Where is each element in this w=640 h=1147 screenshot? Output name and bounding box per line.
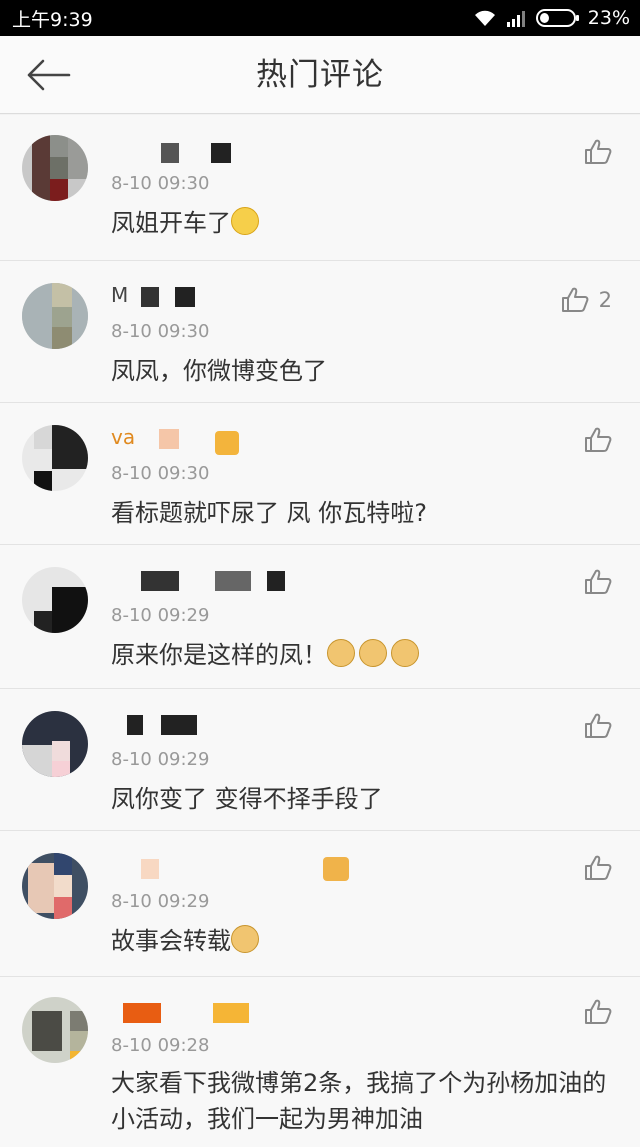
header: 热门评论 (0, 36, 640, 114)
comment-text: 原来你是这样的凤！ (111, 637, 610, 673)
doge-emoji-icon (231, 925, 259, 953)
username-redacted[interactable] (111, 715, 271, 737)
doge-emoji-icon (391, 639, 419, 667)
page-title: 热门评论 (256, 57, 384, 93)
comment-item[interactable]: 8-10 09:29 原来你是这样的凤！ (0, 545, 640, 689)
thumbs-up-icon (561, 287, 589, 312)
username-redacted[interactable] (111, 287, 271, 309)
comment-time: 8-10 09:30 (111, 173, 210, 194)
comment-text: 看标题就吓尿了 凤 你瓦特啦? (111, 499, 427, 527)
status-time: 上午9:39 (12, 8, 93, 31)
like-button[interactable] (584, 139, 612, 165)
like-button[interactable] (584, 569, 612, 595)
thumbs-up-icon (585, 855, 612, 880)
comment-time: 8-10 09:28 (111, 1035, 210, 1056)
username-redacted[interactable] (111, 141, 271, 163)
like-button[interactable] (584, 713, 612, 739)
comment-item[interactable]: 8-10 09:28 大家看下我微博第2条，我搞了个为孙杨加油的小活动，我们一起… (0, 977, 640, 1147)
comment-list[interactable]: 8-10 09:30 凤姐开车了 M 8-10 09:30 凤凤，你微博变色了 … (0, 115, 640, 1147)
comment-text-content: 凤姐开车了 (111, 209, 231, 237)
like-button[interactable] (584, 999, 612, 1025)
avatar[interactable] (22, 425, 88, 491)
comment-time: 8-10 09:29 (111, 605, 210, 626)
avatar[interactable] (22, 567, 88, 633)
comment-text-content: 故事会转载 (111, 927, 231, 955)
username-redacted[interactable] (111, 571, 285, 593)
battery-icon (535, 8, 580, 28)
comment-text: 故事会转载 (111, 923, 610, 959)
back-button[interactable] (20, 52, 76, 98)
arrow-left-icon (27, 59, 71, 91)
signal-icon (506, 9, 528, 27)
comment-item[interactable]: M 8-10 09:30 凤凤，你微博变色了 2 (0, 261, 640, 403)
comment-text: 凤你变了 变得不择手段了 (111, 785, 383, 813)
like-count: 2 (598, 288, 612, 312)
username-redacted[interactable] (111, 857, 349, 881)
status-bar: 上午9:39 23% (0, 0, 640, 36)
comment-text: 凤凤，你微博变色了 (111, 357, 327, 385)
doge-emoji-icon (359, 639, 387, 667)
comment-time: 8-10 09:30 (111, 321, 210, 342)
like-button[interactable]: 2 (561, 287, 612, 313)
like-button[interactable] (584, 427, 612, 453)
avatar[interactable] (22, 853, 88, 919)
username-redacted[interactable] (111, 429, 271, 455)
thumbs-up-icon (585, 427, 612, 452)
avatar[interactable] (22, 711, 88, 777)
comment-text: 凤姐开车了 (111, 205, 610, 241)
thumbs-up-icon (585, 569, 612, 594)
comment-text: 大家看下我微博第2条，我搞了个为孙杨加油的小活动，我们一起为男神加油 (111, 1069, 607, 1133)
thumbs-up-icon (585, 139, 612, 164)
comment-time: 8-10 09:29 (111, 891, 210, 912)
comment-item[interactable]: 8-10 09:29 故事会转载 (0, 831, 640, 977)
avatar[interactable] (22, 997, 88, 1063)
comment-text-content: 原来你是这样的凤！ (111, 641, 327, 669)
comment-item[interactable]: 8-10 09:30 凤姐开车了 (0, 115, 640, 261)
comment-time: 8-10 09:30 (111, 463, 210, 484)
like-button[interactable] (584, 855, 612, 881)
wifi-icon (472, 8, 498, 28)
comment-time: 8-10 09:29 (111, 749, 210, 770)
avatar[interactable] (22, 283, 88, 349)
grin-emoji-icon (231, 207, 259, 235)
doge-emoji-icon (327, 639, 355, 667)
thumbs-up-icon (585, 713, 612, 738)
comment-item[interactable]: 8-10 09:29 凤你变了 变得不择手段了 (0, 689, 640, 831)
thumbs-up-icon (585, 999, 612, 1024)
status-icons: 23% (472, 7, 630, 29)
username-redacted[interactable] (111, 1003, 271, 1025)
comment-item[interactable]: va 8-10 09:30 看标题就吓尿了 凤 你瓦特啦? (0, 403, 640, 545)
battery-percent: 23% (587, 7, 630, 29)
avatar[interactable] (22, 135, 88, 201)
